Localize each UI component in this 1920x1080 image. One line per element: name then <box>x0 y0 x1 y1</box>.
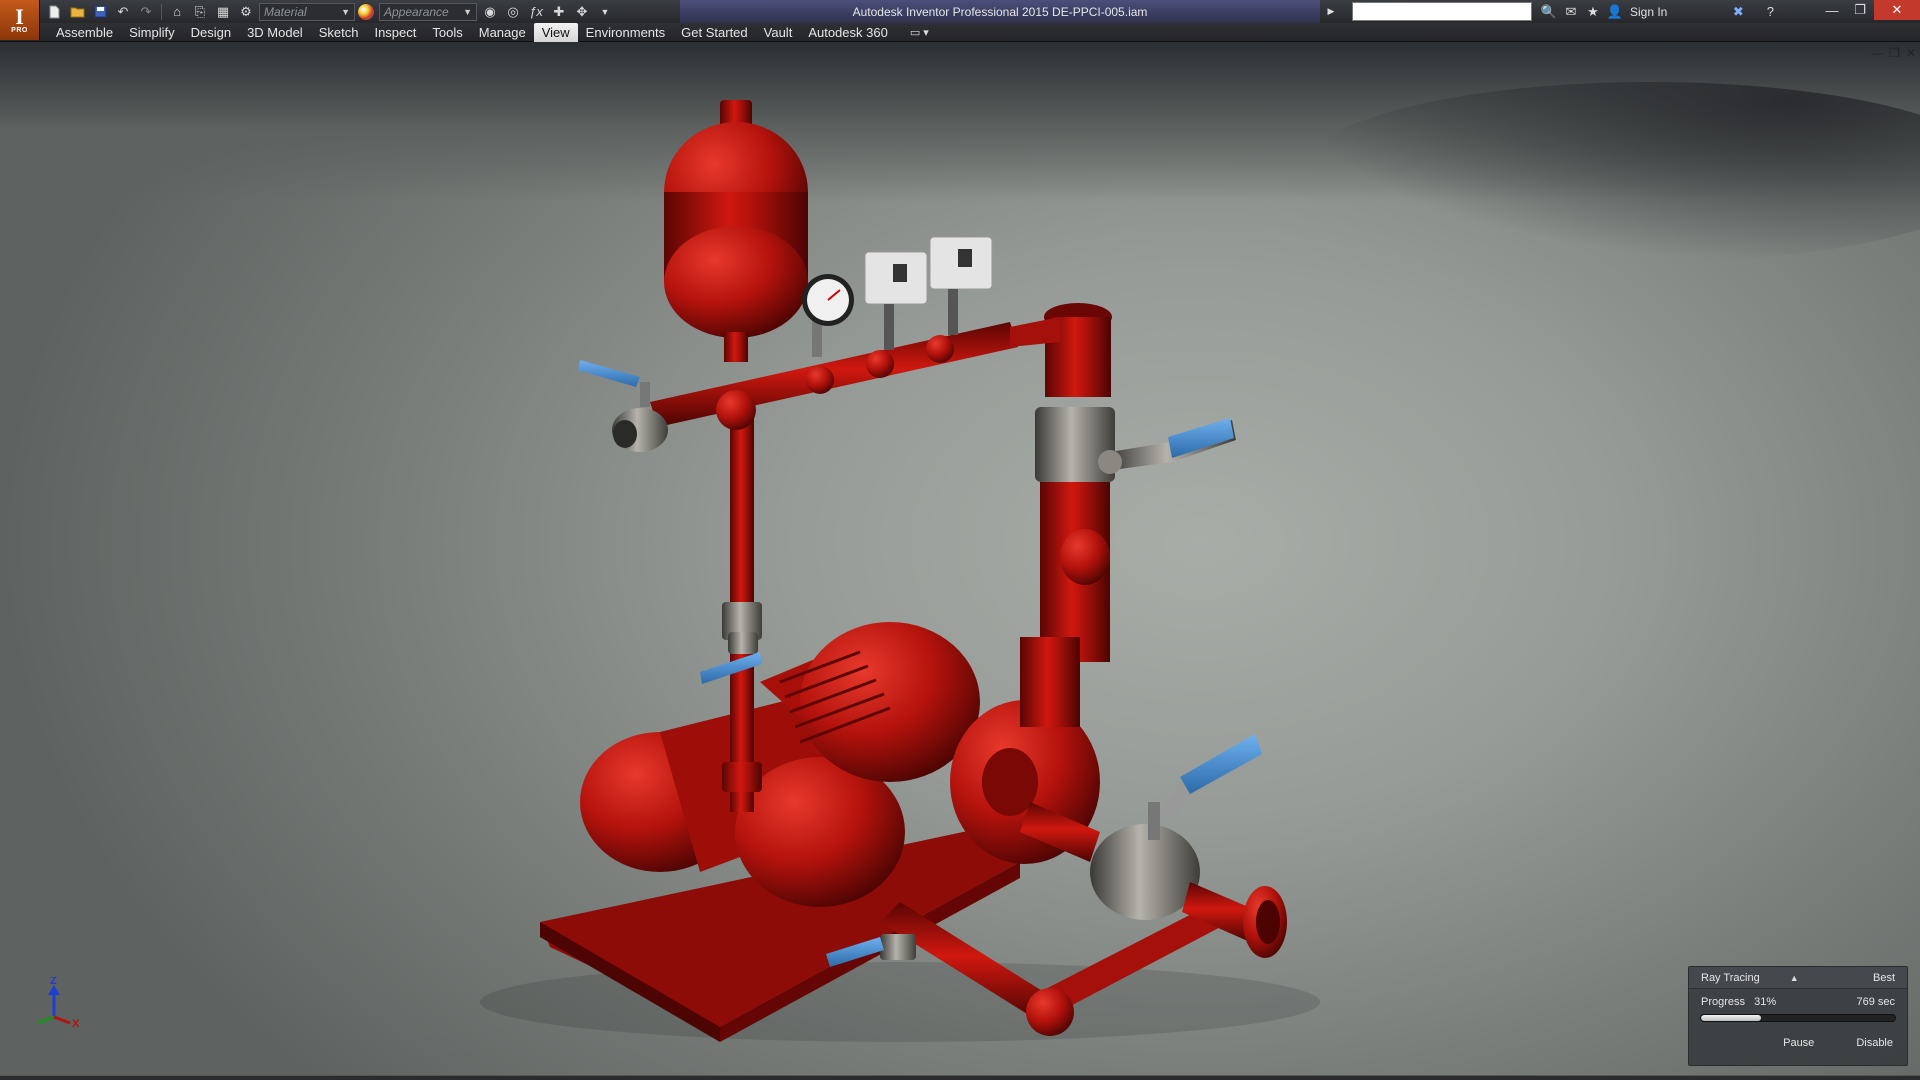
function-icon[interactable]: ƒx <box>526 3 546 21</box>
top-manifold-pipe <box>650 322 1018 430</box>
ray-tracing-header: Ray Tracing ▲ Best <box>1689 967 1907 989</box>
sign-in-link[interactable]: Sign In <box>1630 5 1667 19</box>
tab-get-started[interactable]: Get Started <box>673 23 755 42</box>
measure-icon[interactable]: ✚ <box>549 3 569 21</box>
orbit-icon[interactable]: ✥ <box>572 3 592 21</box>
infocenter: ▶ 🔍 ✉ ★ 👤 Sign In ✖ ? <box>1320 0 1781 23</box>
save-icon[interactable] <box>90 3 110 21</box>
update-icon[interactable]: ⚙ <box>236 3 256 21</box>
pro-badge: PRO <box>11 26 28 34</box>
axis-x-label: X <box>72 1018 80 1030</box>
tab-environments[interactable]: Environments <box>578 23 673 42</box>
pump-assembly-model[interactable] <box>0 42 1920 1075</box>
expand-search-icon[interactable]: ▶ <box>1320 2 1342 22</box>
status-bar <box>0 1075 1920 1080</box>
tab-inspect[interactable]: Inspect <box>366 23 424 42</box>
appearance-dropdown[interactable]: Appearance ▼ <box>379 2 477 21</box>
ray-tracing-quality[interactable]: Best <box>1873 972 1895 984</box>
close-icon[interactable]: ✕ <box>1874 0 1920 20</box>
progress-row: Progress 31% 769 sec <box>1689 996 1907 1008</box>
favorites-icon[interactable]: ★ <box>1582 2 1604 22</box>
progress-bar-fill <box>1701 1015 1762 1021</box>
chevron-down-icon: ▼ <box>463 6 472 17</box>
expansion-tank <box>664 100 808 362</box>
chevron-down-icon: ▼ <box>341 6 350 17</box>
tab-autodesk-360[interactable]: Autodesk 360 <box>800 23 896 42</box>
ray-tracing-panel: Ray Tracing ▲ Best Progress 31% 769 sec … <box>1688 966 1908 1066</box>
open-icon[interactable] <box>67 3 87 21</box>
customize-toolbar-icon[interactable]: ▼ <box>595 3 615 21</box>
appearance-placeholder: Appearance <box>384 4 449 19</box>
tab-manage[interactable]: Manage <box>471 23 534 42</box>
pressure-gauge <box>802 274 854 357</box>
return-icon[interactable]: ⎘ <box>190 3 210 21</box>
adjust-appearance-icon[interactable]: ◎ <box>503 3 523 21</box>
progress-value: 31% <box>1754 996 1777 1008</box>
minimize-icon[interactable]: — <box>1818 0 1846 20</box>
user-icon[interactable]: 👤 <box>1604 2 1626 22</box>
tab-design[interactable]: Design <box>183 23 239 42</box>
tab-sketch[interactable]: Sketch <box>311 23 367 42</box>
communication-icon[interactable]: ✉ <box>1560 2 1582 22</box>
tab-view[interactable]: View <box>533 23 578 42</box>
help-search-input[interactable] <box>1352 2 1532 21</box>
inventor-logo-letter: I <box>15 3 24 29</box>
progress-bar <box>1700 1014 1896 1022</box>
tab-simplify[interactable]: Simplify <box>121 23 183 42</box>
maximize-icon[interactable]: ❐ <box>1846 0 1874 20</box>
search-tools-icon[interactable]: 🔍 <box>1538 2 1560 22</box>
quick-access-toolbar: ↶ ↷ ⌂ ⎘ ▦ ⚙ Material ▼ Appearance ▼ ◉ ◎ … <box>44 2 615 21</box>
appearance-sphere-icon <box>358 3 374 20</box>
tab-tools[interactable]: Tools <box>424 23 470 42</box>
pause-button[interactable]: Pause <box>1783 1037 1814 1049</box>
ribbon-tabs: Assemble Simplify Design 3D Model Sketch… <box>48 23 929 42</box>
material-placeholder: Material <box>264 4 307 19</box>
ribbon-display-toggle-icon[interactable]: ▭ ▾ <box>896 26 929 39</box>
progress-label: Progress <box>1701 996 1746 1008</box>
help-icon[interactable]: ? <box>1759 2 1781 22</box>
exchange-icon[interactable]: ✖ <box>1727 2 1749 22</box>
select-icon[interactable]: ▦ <box>213 3 233 21</box>
upper-right-valve-handle <box>1098 418 1236 474</box>
axis-z-label: Z <box>50 977 57 987</box>
ray-tracing-title: Ray Tracing <box>1701 971 1760 984</box>
tab-3d-model[interactable]: 3D Model <box>239 23 311 42</box>
collapse-up-icon[interactable]: ▲ <box>1790 973 1799 983</box>
disable-button[interactable]: Disable <box>1856 1037 1893 1049</box>
title-bar: I PRO ↶ ↷ ⌂ ⎘ ▦ ⚙ Material ▼ Appearance … <box>0 0 1920 40</box>
home-icon[interactable]: ⌂ <box>167 3 187 21</box>
application-menu-button[interactable]: I PRO <box>0 0 40 40</box>
ray-tracing-actions: Pause Disable <box>1689 1037 1907 1049</box>
tab-vault[interactable]: Vault <box>756 23 801 42</box>
axis-triad[interactable]: Z X <box>24 977 84 1037</box>
redo-icon[interactable]: ↷ <box>136 3 156 21</box>
elapsed-time: 769 sec <box>1856 996 1895 1008</box>
clear-appearance-icon[interactable]: ◉ <box>480 3 500 21</box>
undo-icon[interactable]: ↶ <box>113 3 133 21</box>
window-title: Autodesk Inventor Professional 2015 DE-P… <box>680 0 1320 23</box>
graphics-viewport[interactable]: — ❐ ✕ Z X Ray Tracing ▲ Best Progress 31… <box>0 42 1920 1075</box>
material-dropdown[interactable]: Material ▼ <box>259 2 355 21</box>
right-riser-pipe <box>1010 303 1115 727</box>
new-icon[interactable] <box>44 3 64 21</box>
window-controls: — ❐ ✕ <box>1818 0 1920 20</box>
ribbon-tab-bar: Assemble Simplify Design 3D Model Sketch… <box>0 23 1920 42</box>
tab-assemble[interactable]: Assemble <box>48 23 121 42</box>
toolbar-divider <box>161 3 162 20</box>
